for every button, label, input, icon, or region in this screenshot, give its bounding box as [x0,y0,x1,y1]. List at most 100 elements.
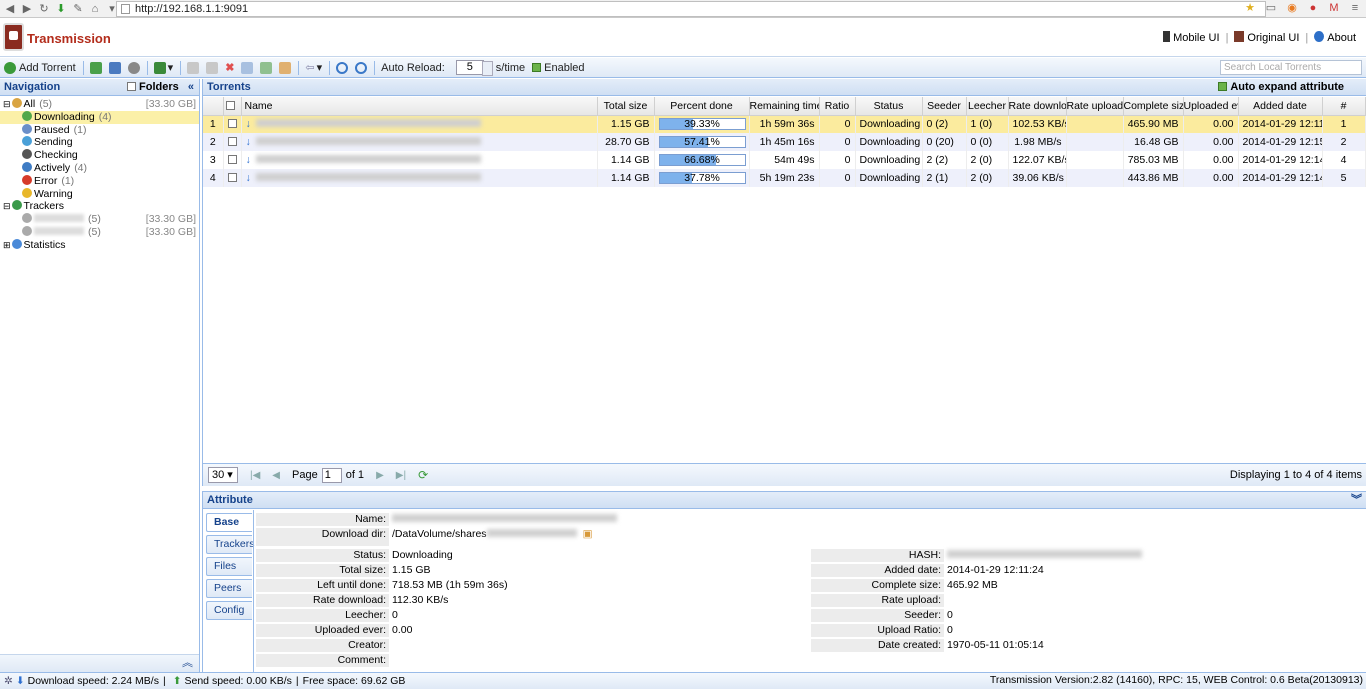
expand-toggle-icon[interactable]: ⊟ [3,99,11,109]
torrent-name[interactable]: ↓ [241,169,598,187]
pause-all-button[interactable] [355,60,368,76]
expand-toggle-icon[interactable]: ⊟ [3,201,11,211]
column-header[interactable]: Total size [597,97,655,116]
column-header[interactable]: Rate downloa [1008,97,1067,116]
table-row[interactable]: 4 ↓ 1.14 GB 37.78% 5h 19m 23s 0 Downloading 2 (… [203,169,1366,187]
collapse-down-icon[interactable]: ︾ [1351,492,1362,508]
recheck-button[interactable] [241,60,254,76]
column-header[interactable]: Complete siz [1123,97,1184,116]
home-icon[interactable]: ⌂ [88,2,102,16]
column-header[interactable]: Seeder [922,97,967,116]
navigation-panel: Navigation Folders « ⊟ All (5) [33.30 GB] Do… [0,79,200,672]
start-button[interactable] [187,60,200,76]
folder-icon[interactable]: ▭ [1264,1,1278,15]
queue-button[interactable]: ⇦ ▾ [305,60,322,76]
move-button[interactable] [279,60,292,76]
start-all-button[interactable] [336,60,349,76]
nav-item[interactable]: ⊞ Statistics [0,238,199,252]
checkbox-checked-icon [1218,82,1228,91]
row-checkbox[interactable] [223,115,242,133]
about-link[interactable]: About [1314,31,1356,44]
search-input[interactable]: Search Local Torrents [1220,60,1362,75]
next-page-icon[interactable]: ▶ [376,470,384,481]
nav-item[interactable]: Sending [0,136,199,149]
row-checkbox[interactable] [223,133,242,151]
select-all-header[interactable] [223,97,242,116]
refresh-icon[interactable]: ⟳ [418,468,428,482]
first-page-icon[interactable]: |◀ [250,470,260,481]
plugins-button[interactable]: ▾ [153,60,173,76]
table-row[interactable]: 2 ↓ 28.70 GB 57.41% 1h 45m 16s 0 Downloading 0 … [203,133,1366,151]
mobile-ui-link[interactable]: Mobile UI [1163,31,1220,44]
page-size-select[interactable]: 30 ▾ [208,467,238,483]
redacted-value [486,529,577,537]
pause-button[interactable] [206,60,219,76]
enabled-checkbox[interactable]: Enabled [532,60,585,76]
nav-item[interactable]: Actively (4) [0,161,199,175]
torrent-name[interactable]: ↓ [241,133,598,151]
attr-key: Date created: [811,639,944,652]
torrent-name[interactable]: ↓ [241,151,598,169]
tab-files[interactable]: Files [206,557,252,576]
nav-item[interactable]: ⊟ All (5) [33.30 GB] [0,98,199,111]
nav-item[interactable]: Checking [0,149,199,162]
back-icon[interactable]: ◀ [3,2,17,16]
redacted-hash [947,550,1142,558]
nav-item[interactable]: (5) [33.30 GB] [0,213,199,226]
column-header[interactable]: # [1322,97,1366,116]
auto-reload-input[interactable]: 5 [455,60,493,76]
nav-item[interactable]: (5) [33.30 GB] [0,225,199,239]
prev-page-icon[interactable]: ◀ [272,470,280,481]
column-header[interactable]: Rate upload [1066,97,1124,116]
tab-base[interactable]: Base [206,513,252,532]
column-header[interactable]: Added date [1238,97,1323,116]
original-ui-link[interactable]: Original UI [1234,31,1299,44]
column-header[interactable]: Name [241,97,598,116]
reload-icon[interactable]: ↻ [37,2,51,16]
nav-item[interactable]: Warning [0,187,199,201]
recycle-button[interactable] [89,60,102,76]
nav-item[interactable]: Downloading (4) [0,110,199,124]
rss-icon[interactable]: ◉ [1285,1,1299,15]
auto-expand-checkbox[interactable]: Auto expand attribute [1218,79,1344,95]
expand-toggle-icon[interactable]: ⊞ [3,240,11,250]
column-header[interactable]: Remaining time [749,97,820,116]
row-checkbox[interactable] [223,151,242,169]
last-page-icon[interactable]: ▶| [396,470,406,481]
table-row[interactable]: 3 ↓ 1.14 GB 66.68% 54m 49s 0 Downloading 2 (2) 2… [203,151,1366,169]
bookmark-star-icon[interactable]: ★ [1243,1,1257,15]
mail-icon[interactable]: M [1327,1,1341,15]
nav-item[interactable]: Paused (1) [0,123,199,137]
column-header[interactable]: Leecher [966,97,1009,116]
free-space: Free space: 69.62 GB [302,674,406,687]
collapse-up-icon[interactable]: ︽ [182,657,193,669]
download-icon[interactable]: ⬇ [54,2,68,16]
reannounce-button[interactable] [260,60,273,76]
collapse-left-icon[interactable]: « [188,79,194,95]
nav-item-count: (1) [61,174,75,187]
tab-trackers[interactable]: Trackers [206,535,254,554]
server-button[interactable] [108,60,121,76]
column-header[interactable]: Status [855,97,923,116]
add-torrent-button[interactable]: Add Torrent [4,60,76,76]
tab-peers[interactable]: Peers [206,579,252,598]
nav-item[interactable]: Error (1) [0,174,199,188]
column-header[interactable]: Uploaded ev [1183,97,1239,116]
remove-button[interactable]: ✖ [225,60,234,76]
tools-icon[interactable]: ✎ [71,2,85,16]
page-input[interactable]: 1 [321,467,342,483]
folders-tab[interactable]: Folders [127,79,179,95]
row-checkbox[interactable] [223,169,242,187]
column-header[interactable]: Percent done [654,97,750,116]
forward-icon[interactable]: ▶ [20,2,34,16]
tab-config[interactable]: Config [206,601,252,620]
table-row[interactable]: 1 ↓ 1.15 GB 39.33% 1h 59m 36s 0 Downloading 0 (… [203,115,1366,133]
column-header[interactable]: Ratio [819,97,856,116]
address-bar[interactable]: http://192.168.1.1:9091 [116,1,1266,17]
settings-icon[interactable]: ≡ [1348,1,1362,15]
folder-open-icon[interactable]: ▣ [583,528,593,540]
torrent-name[interactable]: ↓ [241,115,598,133]
settings-button[interactable] [127,60,140,76]
extension-icon[interactable]: ● [1306,1,1320,15]
nav-item[interactable]: ⊟ Trackers [0,200,199,213]
